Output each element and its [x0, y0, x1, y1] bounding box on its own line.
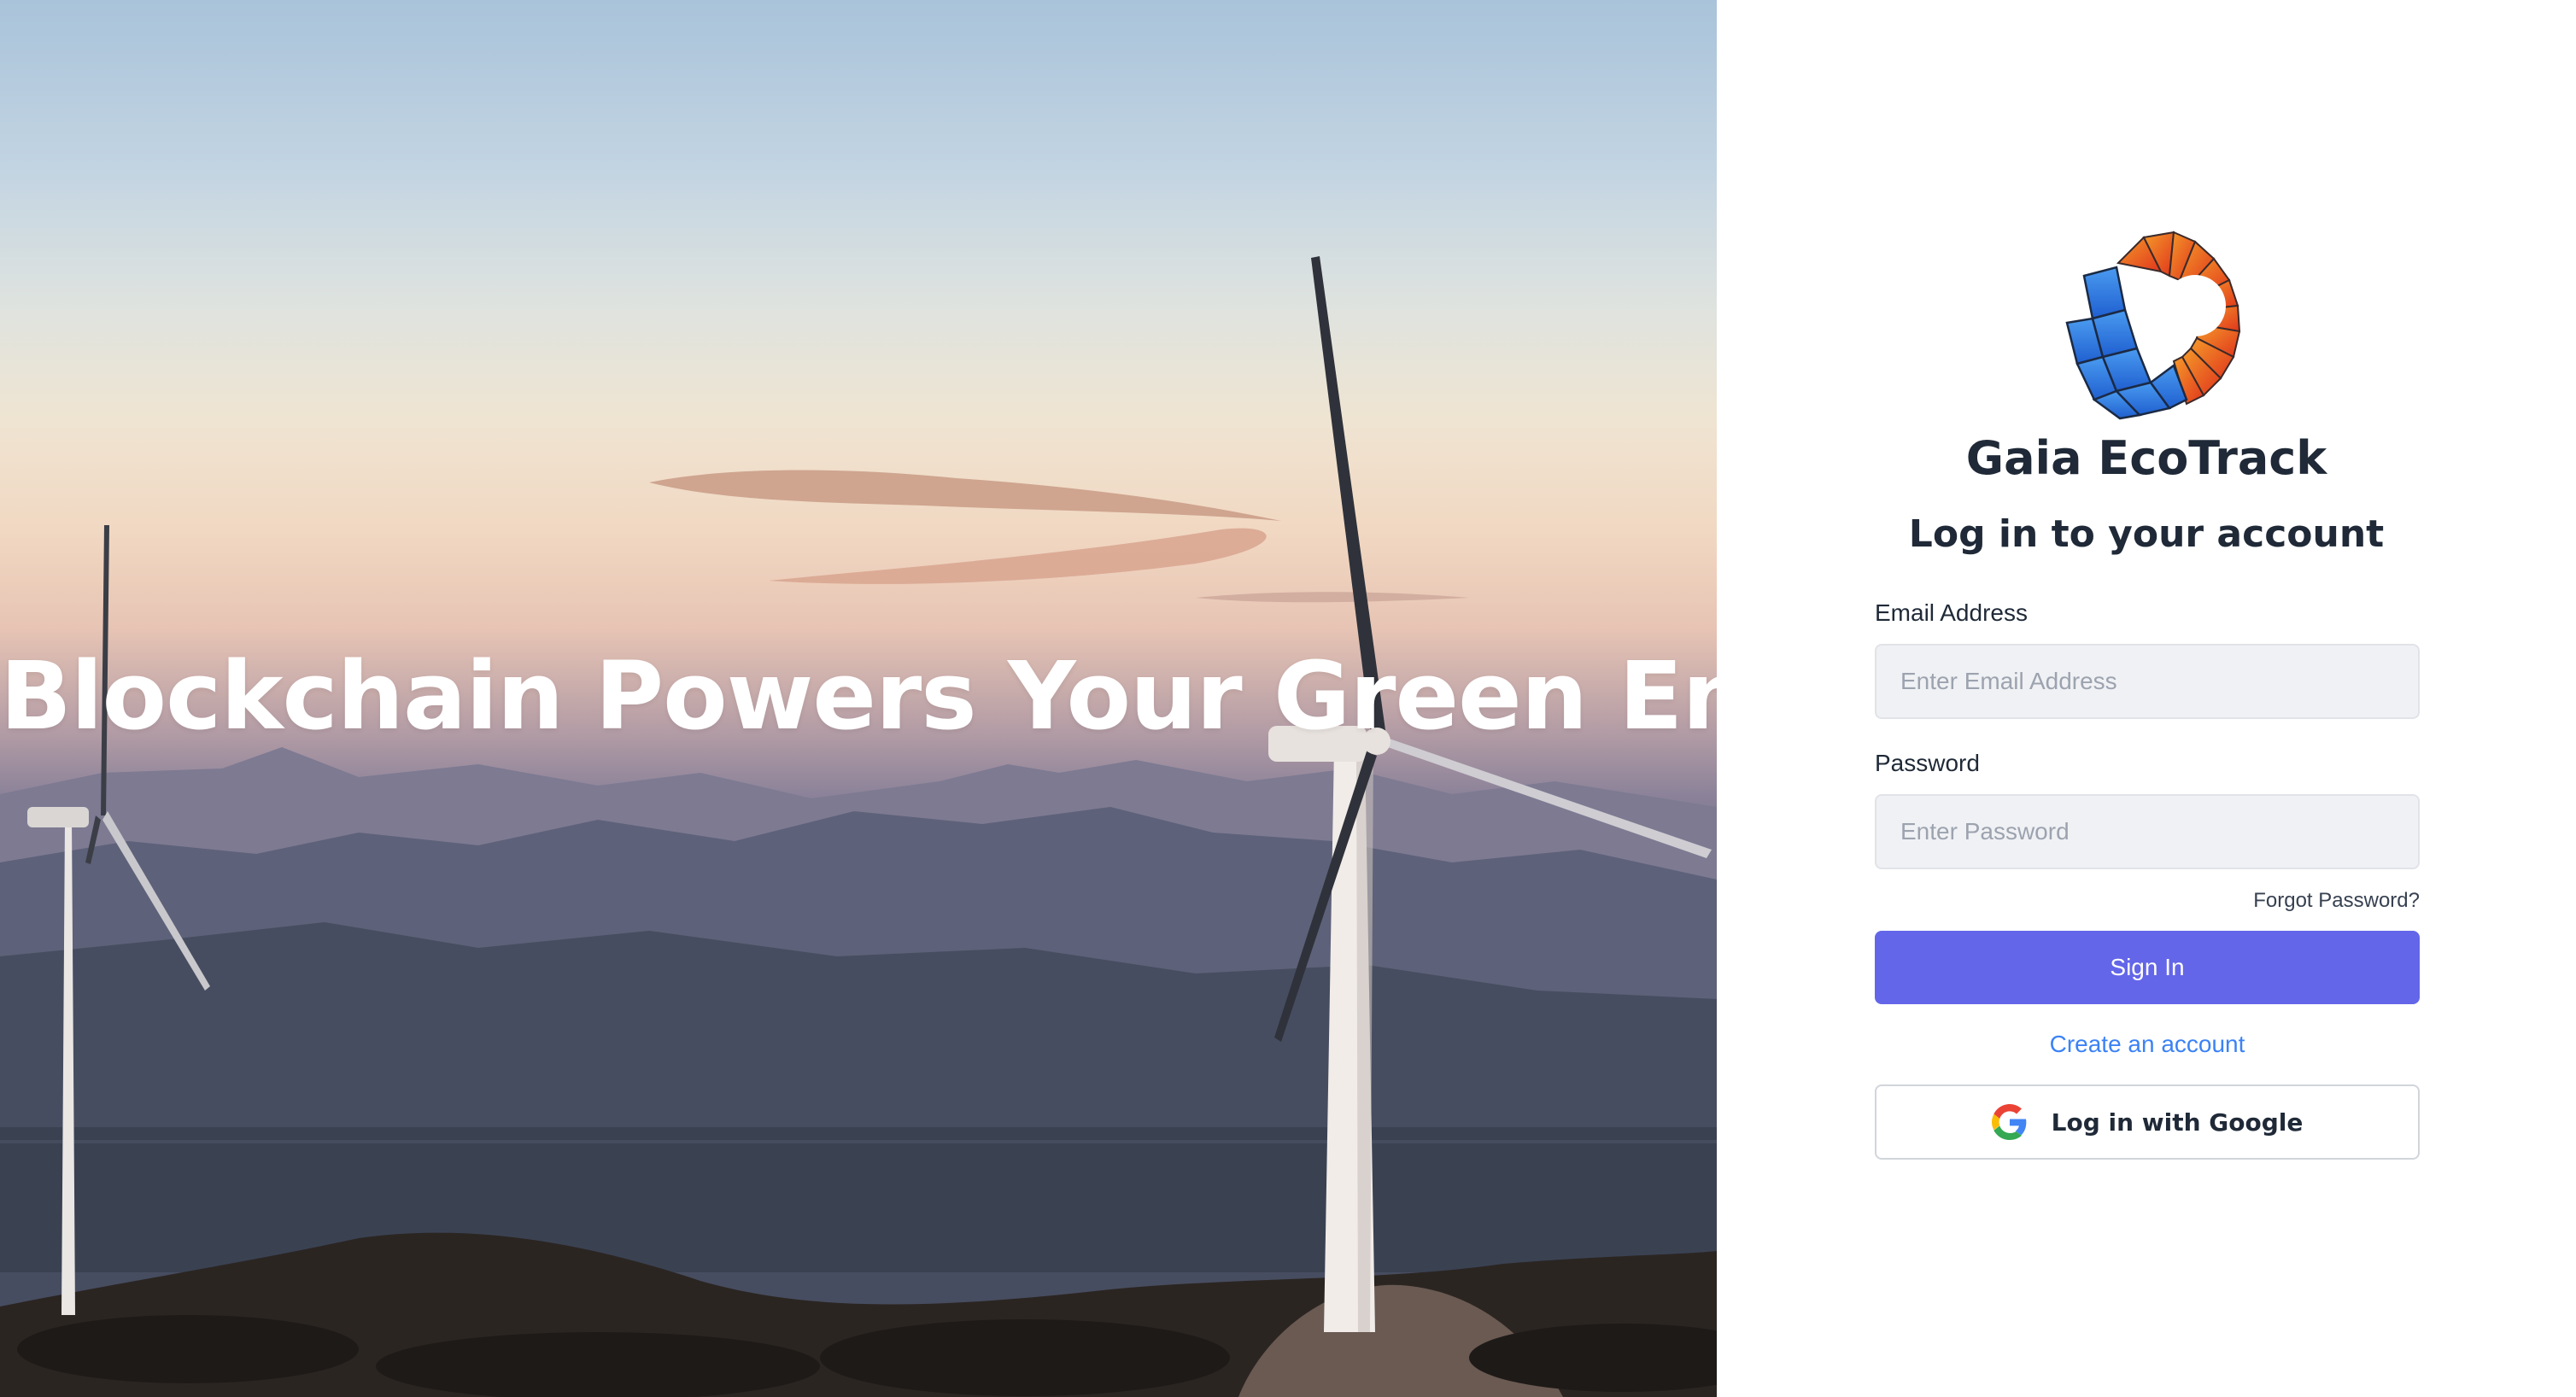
google-g-icon	[1991, 1104, 2026, 1140]
lake	[0, 1127, 1717, 1272]
google-login-button[interactable]: Log in with Google	[1875, 1084, 2420, 1160]
sign-in-button[interactable]: Sign In	[1875, 931, 2420, 1004]
hero-headline: Blockchain Powers Your Green Energy	[0, 641, 1717, 751]
password-field[interactable]	[1875, 794, 2420, 869]
forgot-password-link[interactable]: Forgot Password?	[1875, 888, 2420, 914]
password-label: Password	[1875, 750, 1980, 776]
app-name: Gaia EcoTrack	[1965, 431, 2327, 485]
login-panel: Gaia EcoTrack Log in to your account Ema…	[1717, 0, 2576, 1397]
sun-solar-logo-icon	[2065, 231, 2241, 420]
email-field[interactable]	[1875, 644, 2420, 719]
create-account-link[interactable]: Create an account	[1875, 1030, 2420, 1059]
hero-panel: Blockchain Powers Your Green Energy	[0, 0, 1717, 1397]
login-form: Email Address Password Forgot Password? …	[1875, 598, 2420, 1160]
email-label: Email Address	[1875, 599, 2028, 626]
login-page: Blockchain Powers Your Green Energy	[0, 0, 2576, 1397]
login-title: Log in to your account	[1908, 512, 2385, 556]
google-login-label: Log in with Google	[2051, 1108, 2304, 1137]
